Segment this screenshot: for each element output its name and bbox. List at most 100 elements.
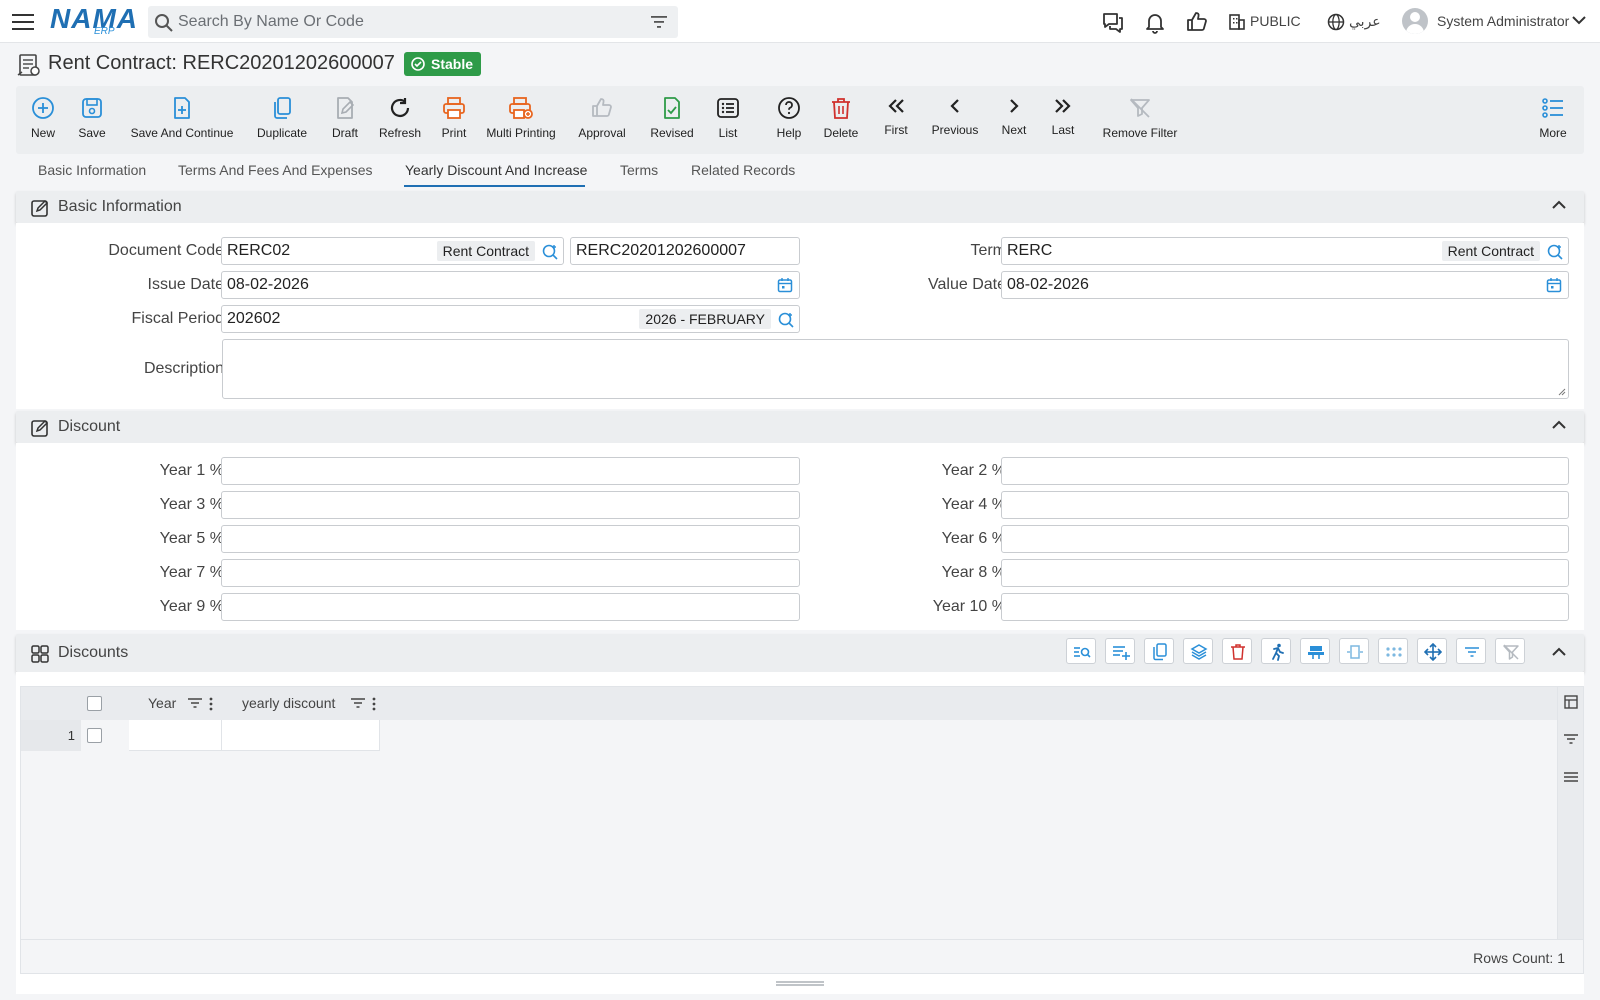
tab-yearly-discount[interactable]: Yearly Discount And Increase — [405, 162, 587, 178]
row-checkbox[interactable] — [87, 728, 102, 743]
chat-icon[interactable] — [1101, 10, 1125, 34]
filters-panel-icon[interactable] — [1564, 733, 1578, 745]
year-10-input[interactable] — [1001, 593, 1569, 621]
fiscal-period-field[interactable]: 202602 2026 - FEBRUARY — [221, 305, 800, 333]
last-button[interactable]: Last — [1048, 86, 1078, 154]
bell-icon[interactable] — [1143, 10, 1167, 34]
cell-year[interactable] — [129, 720, 222, 751]
year-9-input[interactable] — [221, 593, 800, 621]
column-header-yearly-discount[interactable]: yearly discount — [242, 687, 335, 720]
thumbs-up-icon[interactable] — [1185, 10, 1209, 34]
year-5-input[interactable] — [221, 525, 800, 553]
calendar-icon[interactable] — [777, 277, 793, 293]
discounts-header[interactable]: Discounts — [16, 634, 1584, 672]
chevron-down-icon[interactable] — [1572, 15, 1586, 25]
year-4-input[interactable] — [1001, 491, 1569, 519]
column-header-year[interactable]: Year — [148, 687, 176, 720]
year-3-input[interactable] — [221, 491, 800, 519]
draft-button[interactable]: Draft — [330, 86, 360, 154]
issue-date-field[interactable]: 08-02-2026 — [221, 271, 800, 299]
grid-remove-filter-button[interactable] — [1495, 638, 1525, 664]
document-code-number-field[interactable]: RERC20201202600007 — [570, 237, 800, 265]
tab-related-records[interactable]: Related Records — [691, 162, 795, 178]
grid-filter-button[interactable] — [1456, 638, 1486, 664]
active-tab-indicator — [404, 185, 585, 187]
branch-label[interactable]: PUBLIC — [1250, 13, 1301, 29]
year-7-label: Year 7 % — [159, 564, 224, 581]
remove-filter-button[interactable]: Remove Filter — [1094, 86, 1186, 154]
grid-merge-button[interactable] — [1300, 638, 1330, 664]
year-1-input[interactable] — [221, 457, 800, 485]
new-button[interactable]: New — [28, 86, 58, 154]
grid-fit-button[interactable] — [1339, 638, 1369, 664]
previous-button[interactable]: Previous — [930, 86, 980, 154]
chevron-left-icon — [945, 96, 965, 116]
document-code-field[interactable]: RERC02 Rent Contract — [221, 237, 564, 265]
more-button[interactable]: More — [1536, 86, 1570, 154]
cell-yearly-discount[interactable] — [222, 720, 380, 751]
multi-printing-label: Multi Printing — [486, 126, 556, 140]
resize-grip-icon[interactable] — [1558, 388, 1566, 396]
chevron-up-icon[interactable] — [1552, 647, 1566, 657]
delete-button[interactable]: Delete — [821, 86, 861, 154]
tab-basic-information[interactable]: Basic Information — [38, 162, 146, 178]
value-date-field[interactable]: 08-02-2026 — [1001, 271, 1569, 299]
column-menu-icon[interactable] — [209, 697, 213, 711]
lookup-icon[interactable] — [541, 243, 559, 261]
save-button[interactable]: Save — [75, 86, 109, 154]
last-label: Last — [1051, 123, 1075, 137]
year-8-input[interactable] — [1001, 559, 1569, 587]
grid-copy-button[interactable] — [1144, 638, 1174, 664]
discount-header[interactable]: Discount — [16, 411, 1584, 443]
avatar[interactable] — [1402, 8, 1428, 34]
duplicate-button[interactable]: Duplicate — [256, 86, 308, 154]
year-6-input[interactable] — [1001, 525, 1569, 553]
revised-button[interactable]: Revised — [647, 86, 697, 154]
year-9-label: Year 9 % — [159, 598, 224, 615]
column-filter-icon[interactable] — [351, 697, 365, 709]
user-name[interactable]: System Administrator — [1437, 13, 1569, 29]
grid-delete-button[interactable] — [1222, 638, 1252, 664]
filter-icon[interactable] — [650, 14, 668, 30]
calendar-icon[interactable] — [1546, 277, 1562, 293]
columns-panel-icon[interactable] — [1564, 695, 1578, 709]
document-type-tag: Rent Contract — [436, 241, 535, 261]
tab-terms[interactable]: Terms — [620, 162, 658, 178]
logo[interactable]: NAMA ERP — [50, 4, 137, 38]
column-menu-icon[interactable] — [372, 697, 376, 711]
panel-resize-handle[interactable] — [776, 980, 824, 988]
save-and-continue-button[interactable]: Save And Continue — [129, 86, 235, 154]
approval-button[interactable]: Approval — [577, 86, 627, 154]
basic-information-header[interactable]: Basic Information — [16, 191, 1584, 223]
globe-icon[interactable] — [1327, 13, 1345, 31]
grid-dots-button[interactable] — [1378, 638, 1408, 664]
lookup-icon[interactable] — [1546, 243, 1564, 261]
column-filter-icon[interactable] — [188, 697, 202, 709]
search-input[interactable] — [178, 6, 638, 38]
year-2-input[interactable] — [1001, 457, 1569, 485]
grid-search-button[interactable] — [1066, 638, 1096, 664]
first-button[interactable]: First — [881, 86, 911, 154]
chevron-up-icon[interactable] — [1552, 200, 1566, 210]
hamburger-icon[interactable] — [12, 11, 36, 33]
year-7-input[interactable] — [221, 559, 800, 587]
term-field[interactable]: RERC Rent Contract — [1001, 237, 1569, 265]
next-button[interactable]: Next — [999, 86, 1029, 154]
select-all-checkbox[interactable] — [87, 696, 102, 711]
grid-add-row-button[interactable] — [1105, 638, 1135, 664]
description-textarea[interactable] — [222, 339, 1569, 399]
refresh-button[interactable]: Refresh — [378, 86, 422, 154]
table-row[interactable]: 1 — [21, 720, 1557, 751]
multi-printing-button[interactable]: Multi Printing — [486, 86, 556, 154]
language-toggle[interactable]: عربي — [1349, 13, 1381, 30]
grid-move-button[interactable] — [1417, 638, 1447, 664]
chevron-up-icon[interactable] — [1552, 420, 1566, 430]
help-button[interactable]: Help — [774, 86, 804, 154]
grid-layers-button[interactable] — [1183, 638, 1213, 664]
menu-lines-icon[interactable] — [1564, 771, 1578, 783]
print-button[interactable]: Print — [439, 86, 469, 154]
grid-run-button[interactable] — [1261, 638, 1291, 664]
tab-terms-and-fees[interactable]: Terms And Fees And Expenses — [178, 162, 373, 178]
lookup-icon[interactable] — [777, 311, 795, 329]
list-button[interactable]: List — [715, 86, 741, 154]
